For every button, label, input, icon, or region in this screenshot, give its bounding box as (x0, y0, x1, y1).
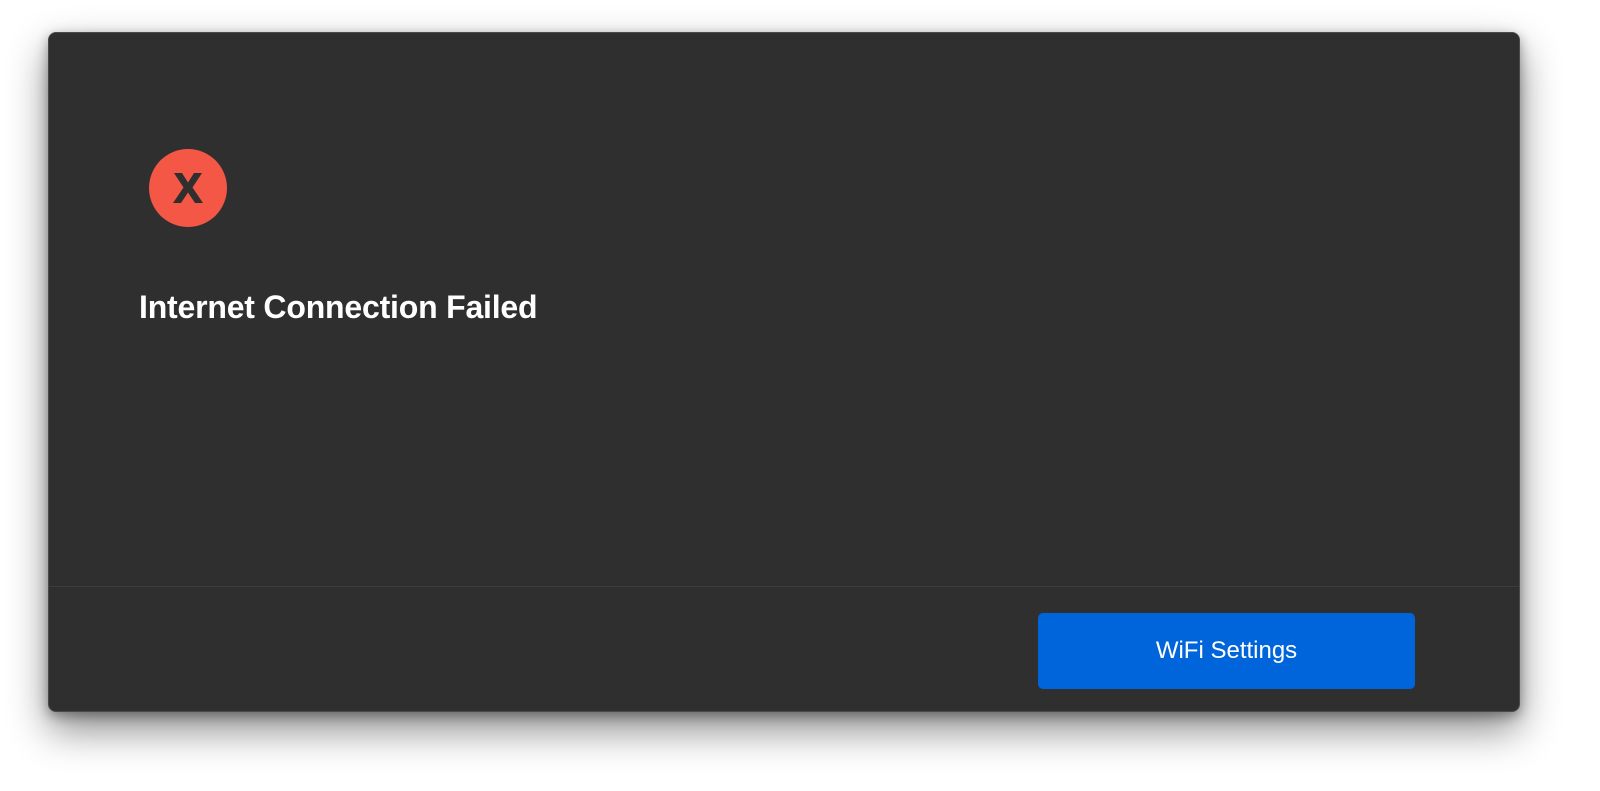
dialog-footer: WiFi Settings (49, 587, 1519, 711)
wifi-settings-button[interactable]: WiFi Settings (1038, 613, 1415, 689)
dialog-title: Internet Connection Failed (139, 289, 538, 325)
error-x-circle-icon (149, 149, 227, 227)
screen: Internet Connection Failed WiFi Settings (0, 0, 1600, 791)
dialog-body: Internet Connection Failed (49, 33, 1519, 586)
x-mark-icon (173, 173, 203, 203)
error-dialog: Internet Connection Failed WiFi Settings (48, 32, 1520, 712)
